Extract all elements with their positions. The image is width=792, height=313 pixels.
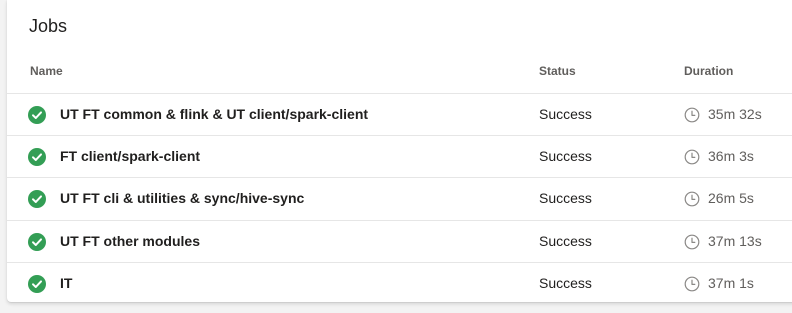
check-circle-icon: [28, 275, 46, 293]
jobs-panel: Jobs Name Status Duration UT FT common &…: [7, 0, 792, 302]
panel-title: Jobs: [29, 16, 68, 36]
job-name[interactable]: UT FT cli & utilities & sync/hive-sync: [60, 190, 304, 206]
table-row[interactable]: IT Success 37m 1s: [7, 263, 792, 304]
job-duration: 26m 5s: [708, 190, 754, 206]
job-duration: 36m 3s: [708, 148, 754, 164]
column-header-status: Status: [539, 64, 576, 78]
clock-icon: [684, 234, 700, 250]
job-status: Success: [539, 106, 592, 122]
table-row[interactable]: UT FT common & flink & UT client/spark-c…: [7, 94, 792, 136]
job-status: Success: [539, 148, 592, 164]
job-name[interactable]: UT FT common & flink & UT client/spark-c…: [60, 106, 368, 122]
job-duration: 37m 13s: [708, 233, 762, 249]
check-circle-icon: [28, 190, 46, 208]
job-status: Success: [539, 275, 592, 291]
job-duration: 37m 1s: [708, 275, 754, 291]
table-header: Name Status Duration: [7, 60, 792, 94]
clock-icon: [684, 191, 700, 207]
clock-icon: [684, 276, 700, 292]
check-circle-icon: [28, 106, 46, 124]
table-row[interactable]: UT FT cli & utilities & sync/hive-sync Su…: [7, 178, 792, 221]
clock-icon: [684, 107, 700, 123]
column-header-name: Name: [30, 64, 63, 78]
job-duration: 35m 32s: [708, 106, 762, 122]
job-name[interactable]: FT client/spark-client: [60, 148, 200, 164]
job-status: Success: [539, 233, 592, 249]
job-name[interactable]: UT FT other modules: [60, 233, 200, 249]
column-header-duration: Duration: [684, 64, 734, 78]
check-circle-icon: [28, 233, 46, 251]
table-row[interactable]: UT FT other modules Success 37m 13s: [7, 221, 792, 263]
table-row[interactable]: FT client/spark-client Success 36m 3s: [7, 136, 792, 178]
job-name[interactable]: IT: [60, 275, 72, 291]
check-circle-icon: [28, 148, 46, 166]
jobs-table-body: UT FT common & flink & UT client/spark-c…: [7, 94, 792, 304]
clock-icon: [684, 149, 700, 165]
job-status: Success: [539, 190, 592, 206]
